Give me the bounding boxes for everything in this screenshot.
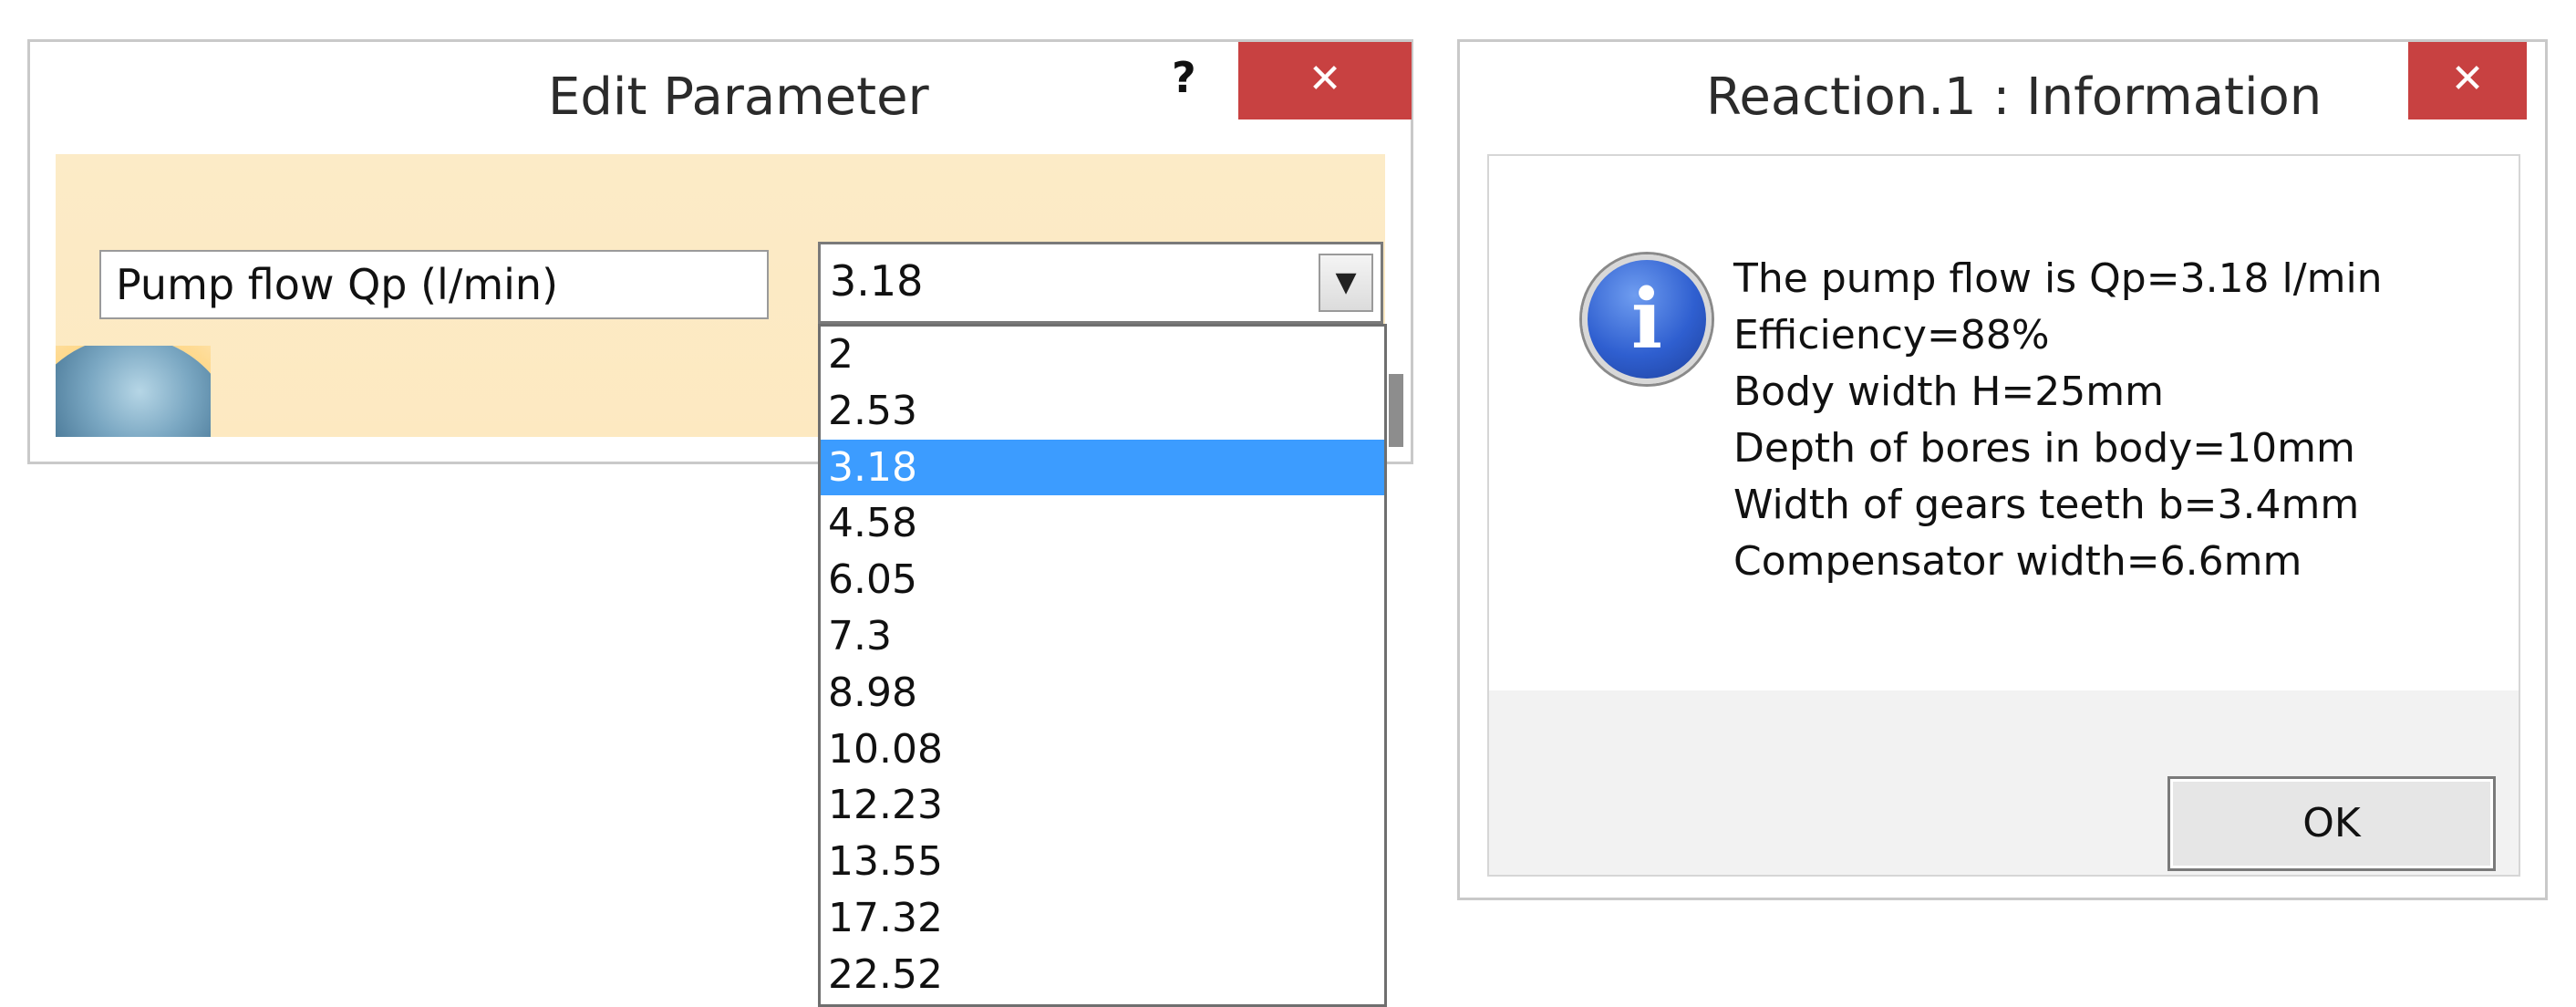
chevron-down-icon[interactable]: ▼ (1319, 254, 1373, 312)
parameter-name-field: Pump flow Qp (l/min) (99, 250, 769, 319)
dropdown-option[interactable]: 13.55 (821, 834, 1384, 890)
message-text: The pump flow is Qp=3.18 l/min Efficiency… (1733, 251, 2383, 590)
dropdown-option[interactable]: 2 (821, 327, 1384, 383)
hidden-button-edge (1389, 374, 1403, 447)
message-line: Compensator width=6.6mm (1733, 538, 2302, 585)
dropdown-option[interactable]: 12.23 (821, 777, 1384, 834)
edit-parameter-dialog: Edit Parameter ? ✕ Pump flow Qp (l/min) … (27, 39, 1413, 1007)
help-button[interactable]: ? (1172, 53, 1196, 102)
ok-button[interactable]: OK (2167, 776, 2496, 871)
dialog-title: Reaction.1 : Information (1706, 67, 2323, 127)
value-dropdown-list[interactable]: 2 2.53 3.18 4.58 6.05 7.3 8.98 10.08 12.23 13.55 1… (818, 324, 1387, 1007)
dropdown-option[interactable]: 3.18 (821, 439, 1384, 496)
globe-logo-icon (56, 346, 211, 437)
message-content: i The pump flow is Qp=3.18 l/min Efficien… (1487, 154, 2520, 877)
close-button[interactable]: ✕ (1238, 42, 1412, 119)
parameter-value-combobox[interactable]: 3.18 ▼ (818, 242, 1383, 324)
close-button[interactable]: ✕ (2408, 42, 2527, 119)
dropdown-option[interactable]: 2.53 (821, 383, 1384, 440)
information-dialog: Reaction.1 : Information ✕ i The pump fl… (1457, 39, 2548, 900)
dialog-title: Edit Parameter (548, 67, 929, 127)
info-icon: i (1582, 254, 1712, 384)
dropdown-option[interactable]: 6.05 (821, 552, 1384, 608)
combobox-value: 3.18 (830, 256, 924, 306)
dropdown-option[interactable]: 7.3 (821, 608, 1384, 665)
dropdown-option[interactable]: 10.08 (821, 722, 1384, 778)
message-line: Depth of bores in body=10mm (1733, 425, 2355, 472)
dropdown-option[interactable]: 22.52 (821, 947, 1384, 1003)
dropdown-option[interactable]: 4.58 (821, 495, 1384, 552)
message-line: Width of gears teeth b=3.4mm (1733, 482, 2360, 528)
dropdown-option[interactable]: 17.32 (821, 890, 1384, 947)
message-line: Efficiency=88% (1733, 312, 2050, 358)
message-line: Body width H=25mm (1733, 369, 2164, 415)
dropdown-option[interactable]: 8.98 (821, 665, 1384, 722)
message-line: The pump flow is Qp=3.18 l/min (1733, 255, 2383, 302)
